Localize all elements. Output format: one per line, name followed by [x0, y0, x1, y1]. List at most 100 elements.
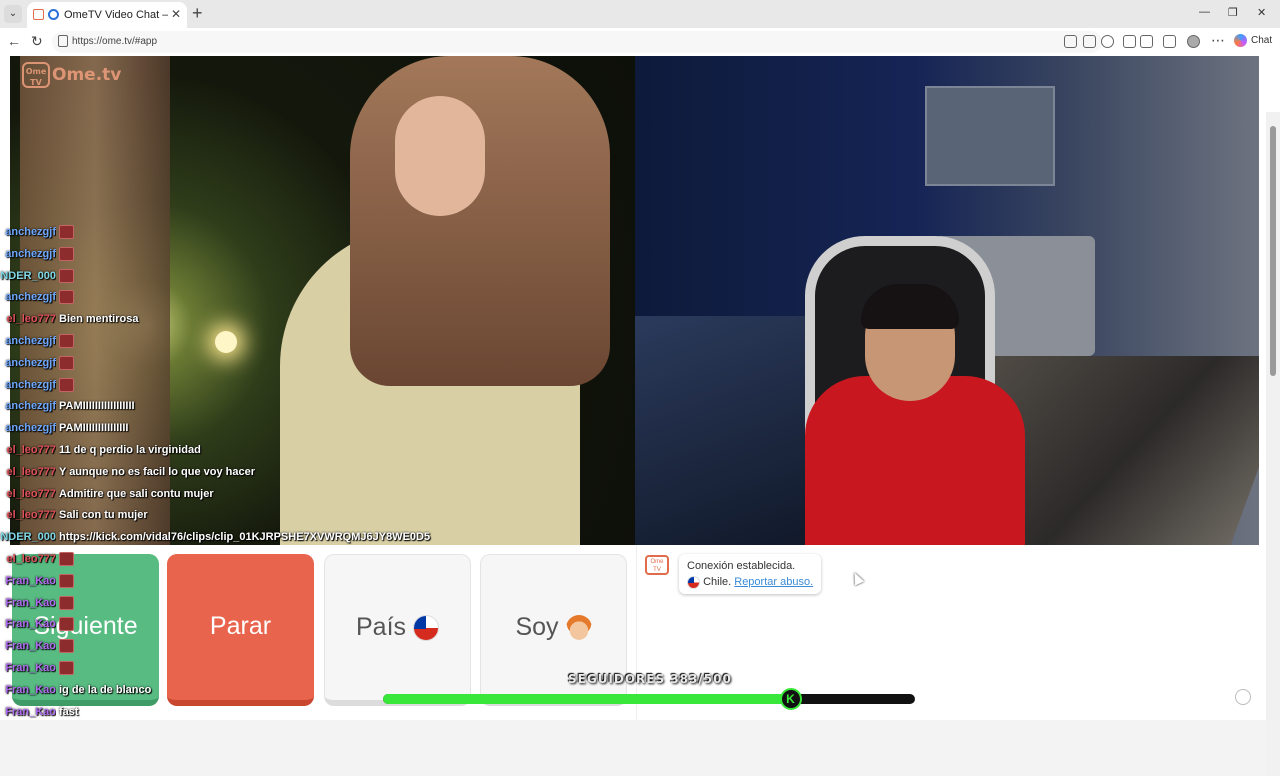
favorites-icon[interactable] — [1163, 35, 1176, 48]
chat-text: https://kick.com/vidal76/clips/clip_01KJ… — [59, 531, 431, 544]
stream-chat-message: NDER_000 — [0, 266, 520, 288]
chat-emote-icon — [59, 661, 74, 676]
stream-chat-message: Fran_Kao — [0, 571, 520, 593]
page-scrollbar[interactable] — [1266, 112, 1280, 776]
chat-username: anchezgjf — [5, 378, 56, 391]
stranger-country: Chile. — [703, 576, 732, 588]
chat-username: Fran_Kao — [5, 574, 56, 587]
address-bar[interactable]: https://ome.tv/#app — [52, 31, 1102, 53]
video-figure-face — [395, 96, 485, 216]
chat-username: el_leo777 — [6, 487, 56, 500]
chat-emote-icon — [59, 355, 74, 370]
copilot-chat-button[interactable]: Chat — [1234, 34, 1272, 47]
ometv-logo-badge: Ome TV — [22, 62, 50, 88]
chat-username: el_leo777 — [6, 509, 56, 522]
new-tab-button[interactable]: + — [192, 3, 203, 24]
refresh-icon[interactable]: ↻ — [31, 33, 43, 50]
more-options-icon[interactable]: ⋯ — [1211, 32, 1225, 49]
chat-text: Y aunque no es facil lo que voy hacer — [59, 465, 256, 478]
url-text: https://ome.tv/#app — [72, 36, 158, 47]
chat-username: Fran_Kao — [5, 683, 56, 696]
stream-chat-message: Fran_Kao — [0, 593, 520, 615]
profile-avatar[interactable] — [1187, 35, 1200, 48]
chat-text: PAMIIIIIIIIIIIIIII — [59, 422, 129, 435]
chat-text: ig de la de blanco — [59, 683, 152, 696]
site-info-icon[interactable] — [58, 35, 68, 47]
stream-chat-message: anchezgjf PAMIIIIIIIIIIIIIII — [0, 418, 520, 440]
ometv-logo: Ome TV Ome.tv — [22, 62, 121, 88]
chat-username: anchezgjf — [5, 422, 56, 435]
chat-username: anchezgjf — [5, 356, 56, 369]
window-restore-button[interactable]: ❐ — [1228, 6, 1238, 19]
ometv-logo-text: Ome.tv — [52, 65, 122, 85]
stream-chat-message: anchezgjf — [0, 222, 520, 244]
chat-username: Fran_Kao — [5, 705, 56, 718]
video-person-hair — [861, 284, 959, 329]
followers-progress-fill — [383, 694, 791, 704]
tab-title: OmeTV Video Chat — Omegle — [64, 9, 168, 21]
emoji-icon[interactable] — [1235, 689, 1251, 705]
chat-username: anchezgjf — [5, 334, 56, 347]
stream-chat-message: el_leo777 Sali con tu mujer — [0, 505, 520, 527]
split-screen-icon[interactable] — [1140, 35, 1153, 48]
copilot-icon — [1234, 34, 1247, 47]
stream-chat-message: NDER_000 https://kick.com/vidal76/clips/c… — [0, 527, 520, 549]
browser-tab-active[interactable]: OmeTV Video Chat — Omegle ✕ — [27, 2, 187, 28]
stream-chat-message: el_leo777 Admitire que sali contu mujer — [0, 484, 520, 506]
chat-emote-icon — [59, 225, 74, 240]
stream-chat-message: Fran_Kao — [0, 636, 520, 658]
followers-goal-label: SEGUIDORES 383/500 — [568, 672, 732, 686]
stream-chat-message: anchezgjf — [0, 331, 520, 353]
chat-emote-icon — [59, 552, 74, 567]
chat-text: Sali con tu mujer — [59, 509, 148, 522]
app-available-icon[interactable] — [1064, 35, 1077, 48]
stream-chat-message: anchezgjf — [0, 287, 520, 309]
chat-text: Admitire que sali contu mujer — [59, 487, 214, 500]
tab-close-icon[interactable]: ✕ — [171, 7, 181, 21]
stream-chat-message: Fran_Kao — [0, 658, 520, 680]
chat-text: fast — [59, 705, 79, 718]
video-room-window — [925, 86, 1055, 186]
chile-flag-small-icon — [687, 575, 700, 589]
chat-username: Fran_Kao — [5, 596, 56, 609]
chat-username: Fran_Kao — [5, 618, 56, 631]
connection-status: Conexión establecida. — [687, 560, 796, 572]
video-person-shirt — [805, 376, 1025, 545]
back-arrow-icon[interactable]: ← — [7, 33, 21, 49]
kick-logo-icon: K — [779, 688, 802, 710]
tab-actions-menu-icon[interactable]: ⌄ — [4, 5, 22, 23]
ometv-favicon — [33, 9, 44, 20]
stream-chat-message: anchezgjf — [0, 375, 520, 397]
followers-progress-bar: K — [383, 688, 915, 710]
chat-emote-icon — [59, 573, 74, 588]
favorite-star-icon[interactable] — [1123, 35, 1136, 48]
stream-chat-message: el_leo777 Bien mentirosa — [0, 309, 520, 331]
recording-favicon — [48, 9, 59, 20]
chat-text: Bien mentirosa — [59, 313, 139, 326]
translate-icon[interactable] — [1083, 35, 1096, 48]
chat-username: anchezgjf — [5, 226, 56, 238]
stream-chat-message: el_leo777 11 de q perdio la virginidad — [0, 440, 520, 462]
stream-chat-message: anchezgjf — [0, 244, 520, 266]
chat-username: el_leo777 — [6, 443, 56, 456]
chat-emote-icon — [59, 617, 74, 632]
scrollbar-thumb[interactable] — [1270, 126, 1276, 376]
report-abuse-link[interactable]: Reportar abuso. — [734, 576, 813, 588]
boy-avatar-icon — [565, 615, 592, 642]
window-minimize-button[interactable]: — — [1199, 6, 1210, 18]
chat-emote-icon — [59, 246, 74, 261]
stream-chat-message: Fran_Kao — [0, 614, 520, 636]
stranger-country-row: Chile. Reportar abuso. — [687, 574, 813, 590]
tracking-prevention-icon[interactable] — [1101, 35, 1114, 48]
ometv-system-icon: Ome TV — [645, 555, 669, 575]
stream-chat-overlay: anchezgjf anchezgjf NDER_000 anchezgjf el_le… — [0, 222, 520, 723]
chat-emote-icon — [59, 377, 74, 392]
chat-username: NDER_000 — [0, 269, 56, 282]
chat-username: anchezgjf — [5, 400, 56, 413]
window-close-button[interactable]: ✕ — [1257, 6, 1266, 19]
browser-tab-strip: ⌄ OmeTV Video Chat — Omegle ✕ + — ❐ ✕ — [0, 0, 1280, 28]
chat-username: el_leo777 — [6, 465, 56, 478]
system-message-bubble: Conexión establecida. Chile. Reportar ab… — [679, 554, 822, 594]
chat-username: Fran_Kao — [5, 661, 56, 674]
chat-username: el_leo777 — [6, 313, 56, 326]
